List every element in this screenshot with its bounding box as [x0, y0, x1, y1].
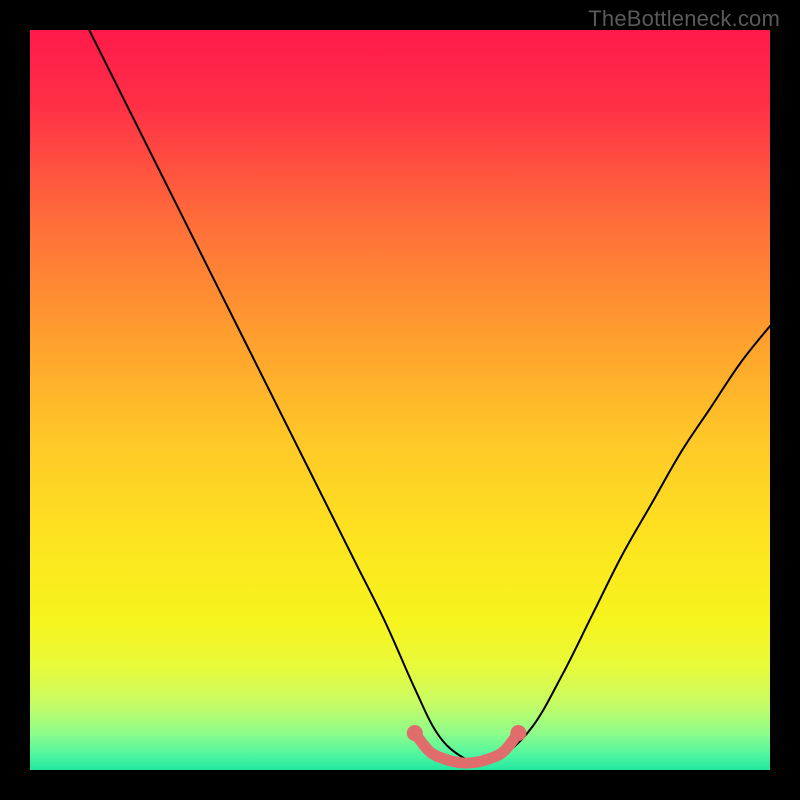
- watermark-text: TheBottleneck.com: [588, 6, 780, 32]
- highlight-start-dot: [407, 725, 423, 741]
- highlight-end-dot: [510, 725, 526, 741]
- chart-frame: TheBottleneck.com: [0, 0, 800, 800]
- plot-area: [30, 30, 770, 770]
- bottleneck-curve: [89, 30, 770, 763]
- curve-layer: [30, 30, 770, 770]
- bottom-highlight: [415, 733, 519, 763]
